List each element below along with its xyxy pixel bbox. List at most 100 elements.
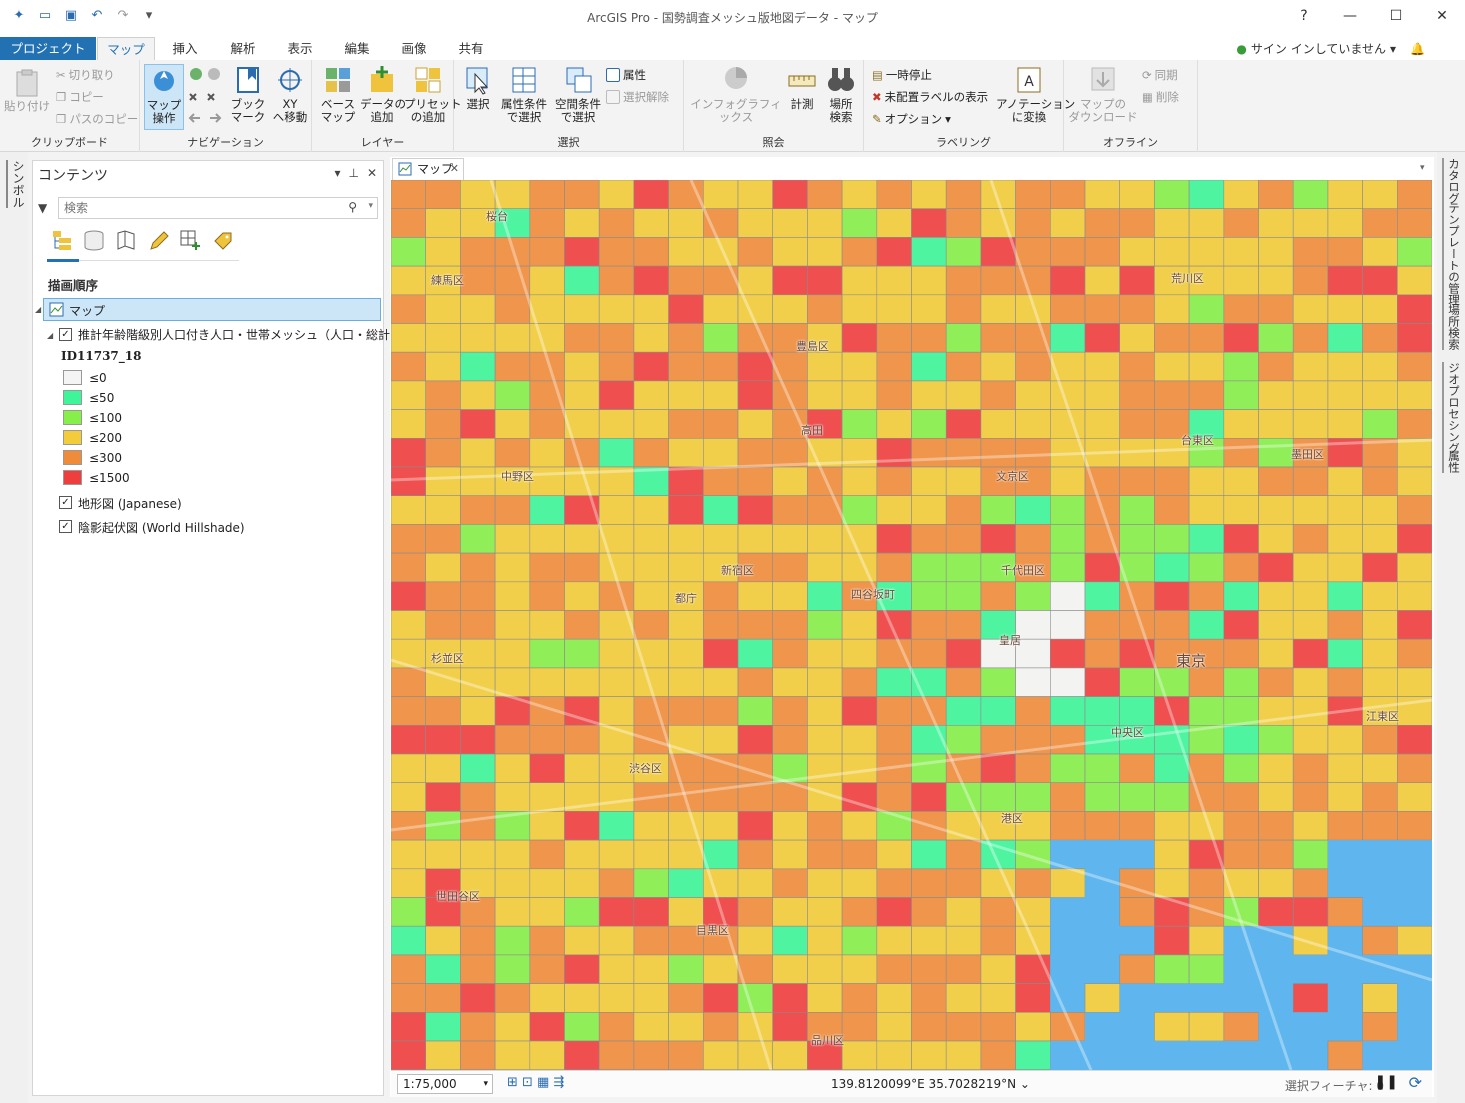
customize-toolbar-icon[interactable]: ▾ — [140, 8, 158, 24]
basemap-button[interactable]: ベース マップ — [316, 64, 360, 124]
pane-menu-icon[interactable]: ▾ — [334, 166, 340, 180]
zoom-tools-icon[interactable] — [186, 66, 226, 126]
scale-selector[interactable]: 1:75,000 ▾ — [397, 1074, 493, 1094]
mesh-cell — [876, 724, 912, 755]
go-to-xy-button[interactable]: XY へ移動 — [270, 64, 310, 124]
locate-pane-tab[interactable]: 場所検索 — [1442, 304, 1462, 350]
add-data-button[interactable]: データの 追加 — [360, 64, 406, 124]
list-by-drawing-order-icon[interactable] — [51, 229, 73, 251]
unplaced-labels-button[interactable]: ✖ 未配置ラベルの表示 — [872, 89, 988, 105]
mesh-cell — [564, 1011, 600, 1042]
filter-icon[interactable]: ▼ — [38, 201, 47, 215]
attributes-pane-tab[interactable]: 属性 — [1442, 450, 1462, 473]
tab-map[interactable]: マップ — [97, 37, 155, 60]
basemap-topo-checkbox[interactable]: ✓ — [59, 496, 72, 509]
label-options-button[interactable]: ✎ オプション ▾ — [872, 111, 951, 127]
basemap-hillshade-checkbox[interactable]: ✓ — [59, 520, 72, 533]
contents-title: コンテンツ — [38, 168, 108, 184]
convert-to-annotation-button[interactable]: A アノテーション に変換 — [996, 64, 1075, 124]
locate-button[interactable]: 場所 検索 — [822, 64, 860, 124]
list-by-editing-icon[interactable] — [147, 229, 169, 251]
map-canvas[interactable]: 練馬区 豊島区 荒川区 中野区 文京区 台東区 墨田区 新宿区 千代田区 東京 杉並区 渋谷区 港区 中央… — [391, 180, 1432, 1070]
coordinate-readout[interactable]: 139.8120099°E 35.7028219°N ⌄ — [831, 1077, 1030, 1091]
symbology-pane-tab[interactable]: シンボル — [6, 160, 27, 208]
open-folder-icon[interactable]: ▭ — [36, 8, 54, 24]
new-project-icon[interactable]: ✦ — [10, 8, 28, 24]
bookmarks-button[interactable]: ブック マーク — [228, 64, 268, 124]
mesh-choropleth[interactable] — [391, 180, 1432, 1070]
map-view-tab[interactable]: マップ ✕ — [392, 158, 464, 180]
mesh-cell — [1084, 782, 1121, 812]
remove-button[interactable]: ▦ 削除 — [1142, 89, 1179, 105]
mesh-cell — [633, 954, 669, 984]
search-options-icon[interactable]: ▾ — [368, 201, 373, 211]
mesh-cell — [633, 811, 669, 841]
catalog-pane-tab[interactable]: カタログ — [1442, 158, 1462, 204]
pause-drawing-icon[interactable]: ❚❚ — [1375, 1074, 1398, 1090]
contents-search-input[interactable] — [59, 198, 329, 218]
tab-view[interactable]: 表示 — [275, 37, 325, 60]
tab-project[interactable]: プロジェクト — [0, 37, 96, 60]
tab-imagery[interactable]: 画像 — [389, 37, 439, 60]
signin-status[interactable]: ● サイン インしていません ▾ 🔔 — [1236, 40, 1425, 57]
tab-share[interactable]: 共有 — [446, 37, 496, 60]
refresh-icon[interactable]: ⟳ — [1409, 1073, 1422, 1092]
list-by-snapping-icon[interactable] — [179, 229, 201, 251]
layer-visibility-checkbox[interactable]: ✓ — [59, 328, 72, 341]
mesh-cell — [1119, 495, 1155, 525]
undo-icon[interactable]: ↶ — [88, 8, 106, 24]
explore-button[interactable]: マップ 操作 — [144, 64, 184, 130]
tab-analysis[interactable]: 解析 — [218, 37, 268, 60]
mesh-cell — [945, 409, 982, 439]
select-button[interactable]: 選択 — [460, 64, 496, 111]
collapse-layer-icon[interactable]: ◢ — [47, 331, 53, 340]
map-tree-item[interactable]: ◢ マップ — [35, 298, 381, 321]
copy-button[interactable]: ❐ コピー — [56, 89, 104, 105]
list-by-labeling-icon[interactable] — [211, 229, 233, 251]
notification-bell-icon[interactable]: 🔔 — [1410, 42, 1425, 56]
minimize-button[interactable]: — — [1327, 0, 1373, 32]
mesh-cell — [1258, 351, 1294, 382]
basemap-topo-name[interactable]: 地形図 (Japanese) — [78, 495, 182, 512]
manage-templates-pane-tab[interactable]: テンプレートの管理 — [1442, 202, 1462, 306]
group-label-navigation: ナビゲーション — [187, 136, 264, 149]
list-by-selection-icon[interactable] — [115, 229, 137, 251]
redo-icon[interactable]: ↷ — [114, 8, 132, 24]
save-icon[interactable]: ▣ — [62, 8, 80, 24]
select-by-attributes-button[interactable]: 属性条件 で選択 — [498, 64, 550, 124]
measure-button[interactable]: 計測 — [784, 64, 820, 111]
mesh-cell — [772, 667, 808, 697]
copy-path-button[interactable]: ❐ パスのコピー — [56, 111, 138, 127]
list-by-source-icon[interactable] — [83, 229, 105, 251]
infographics-button[interactable]: インフォグラフィックス — [688, 64, 784, 124]
close-window-button[interactable]: ✕ — [1419, 0, 1465, 32]
pin-icon[interactable]: ⊥ — [348, 166, 358, 180]
attributes-button[interactable]: 属性 — [606, 67, 646, 83]
paste-button[interactable]: 貼り付け — [4, 68, 50, 113]
mesh-cell — [1292, 495, 1329, 525]
maximize-button[interactable]: ☐ — [1373, 0, 1419, 32]
collapse-map-icon[interactable]: ◢ — [35, 305, 41, 314]
tab-insert[interactable]: 挿入 — [160, 37, 210, 60]
basemap-hillshade-name[interactable]: 陰影起伏図 (World Hillshade) — [78, 519, 245, 536]
tab-edit[interactable]: 編集 — [332, 37, 382, 60]
pause-labeling-button[interactable]: ▤ 一時停止 — [872, 67, 932, 83]
select-by-location-button[interactable]: 空間条件 で選択 — [552, 64, 604, 124]
download-map-button[interactable]: マップの ダウンロード — [1068, 64, 1138, 124]
search-icon[interactable]: ⚲ — [348, 200, 357, 214]
contents-search-box[interactable]: ⚲ ▾ — [58, 197, 378, 219]
cut-button[interactable]: ✂ 切り取り — [56, 67, 115, 83]
clear-selection-button[interactable]: 選択解除 — [606, 89, 669, 105]
grid-tools-icon[interactable]: ⊞ ⊡ ▦ ⇶ — [507, 1075, 564, 1090]
mesh-cell — [807, 897, 843, 927]
close-pane-icon[interactable]: ✕ — [367, 166, 377, 180]
mesh-layer-name[interactable]: 推計年齢階級別人口付き人口・世帯メッシュ（人口・総計） — [78, 326, 402, 343]
geoprocessing-pane-tab[interactable]: ジオプロセシング — [1442, 362, 1462, 454]
close-tab-icon[interactable]: ✕ — [450, 159, 459, 179]
help-button[interactable]: ? — [1281, 0, 1327, 32]
add-preset-button[interactable]: プリセット の追加 — [404, 64, 462, 124]
mesh-cell — [772, 294, 808, 324]
sync-button[interactable]: ⟳ 同期 — [1142, 67, 1178, 83]
tab-list-icon[interactable]: ▾ — [1420, 163, 1425, 173]
mesh-cell — [911, 1040, 947, 1070]
